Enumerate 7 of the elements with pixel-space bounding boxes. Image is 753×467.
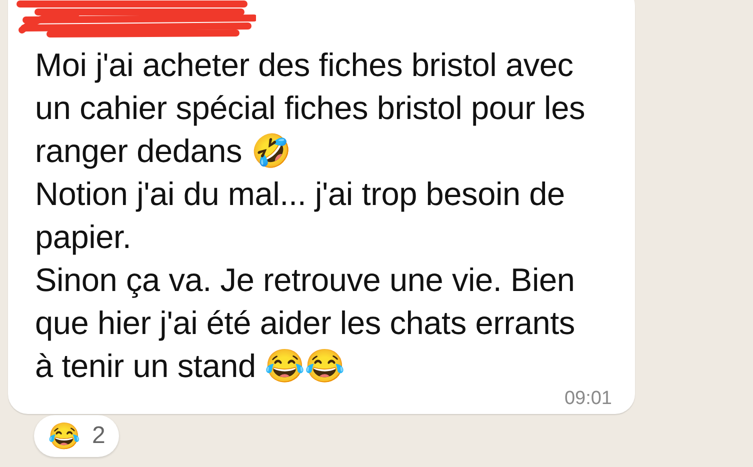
reaction-pill[interactable]: 😂 2	[34, 415, 120, 457]
message-text: Sinon ça va. Je retrouve une vie. Bien que hier j'ai été aider les chats errants à tenir un stand 😂😂	[35, 261, 576, 386]
reaction-emoji: 😂	[48, 420, 80, 452]
message-time: 09:01	[564, 389, 612, 409]
message-text: Moi j'ai acheter des fiches bristol avec un cahier spécial fiches bristol pour les ranger dedans 🤣	[35, 46, 586, 171]
message-text: Notion j'ai du mal... j'ai trop besoin de papier.	[35, 175, 566, 257]
reaction-count: 2	[92, 421, 106, 451]
